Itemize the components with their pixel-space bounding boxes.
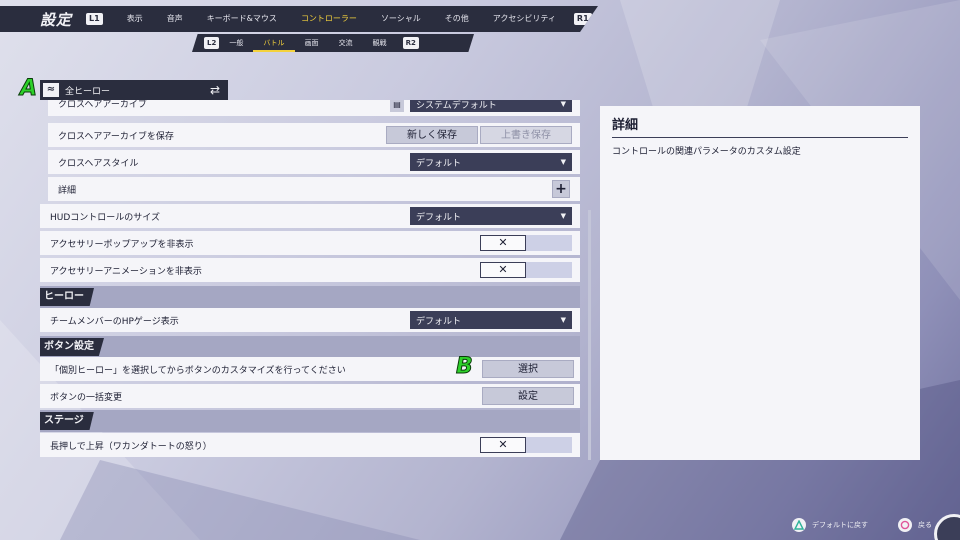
hero-section-header: ヒーロー <box>40 286 580 308</box>
hero-section-title: ヒーロー <box>40 288 94 306</box>
configure-button[interactable]: 設定 <box>482 387 574 405</box>
toggle-off-icon: ✕ <box>480 235 526 251</box>
stage-section-header: ステージ <box>40 410 580 432</box>
hud-size-row: HUDコントロールのサイズ デフォルト ▼ <box>40 204 580 228</box>
sub-nav: L2 一般 バトル 画面 交流 観戦 R2 <box>192 34 474 52</box>
tab-controller[interactable]: コントローラー <box>289 6 369 32</box>
accessory-anim-row: アクセサリーアニメーションを非表示 ✕ <box>40 258 580 282</box>
tab-accessibility[interactable]: アクセシビリティ <box>481 6 568 32</box>
corner-ring-icon <box>934 514 960 540</box>
archive-file-icon[interactable]: ▤ <box>390 100 404 112</box>
annotation-marker-b: B <box>456 354 474 380</box>
stage-section-title: ステージ <box>40 412 94 430</box>
subtab-battle[interactable]: バトル <box>253 34 295 52</box>
subtab-screen[interactable]: 画面 <box>295 34 329 52</box>
toggle-on-slot <box>526 262 572 278</box>
bulk-change-row: ボタンの一括変更 設定 <box>40 384 580 408</box>
detail-panel: 詳細 コントロールの関連パラメータのカスタム設定 <box>600 106 920 460</box>
crosshair-style-value: デフォルト <box>416 158 462 169</box>
detail-title: 詳細 <box>612 114 908 138</box>
tab-audio[interactable]: 音声 <box>155 6 195 32</box>
toggle-on-slot <box>526 235 572 251</box>
tab-keyboard-mouse[interactable]: キーボード&マウス <box>195 6 289 32</box>
r2-button-hint[interactable]: R2 <box>402 37 419 49</box>
crosshair-archive-row: クロスヘアアーカイブ ▤ システムデフォルト ▼ <box>48 100 580 116</box>
details-row: 詳細 + <box>48 177 580 201</box>
hold-rise-row: 長押しで上昇（ワカンダトートの怒り） ✕ <box>40 433 580 457</box>
hero-emblem-icon: ≈ <box>43 83 59 97</box>
hud-size-dropdown[interactable]: デフォルト ▼ <box>410 207 572 225</box>
subtab-interaction[interactable]: 交流 <box>329 34 363 52</box>
swap-icon: ⇄ <box>209 83 220 97</box>
details-label: 詳細 <box>58 185 77 196</box>
chevron-down-icon: ▼ <box>560 158 566 166</box>
accessory-popup-row: アクセサリーポップアップを非表示 ✕ <box>40 231 580 255</box>
tab-social[interactable]: ソーシャル <box>369 6 433 32</box>
circle-button-icon <box>898 518 912 532</box>
subtab-general[interactable]: 一般 <box>219 34 253 52</box>
hold-rise-toggle[interactable]: ✕ <box>480 437 572 453</box>
l1-button-hint[interactable]: L1 <box>86 13 103 25</box>
back-hint-label: 戻る <box>918 521 932 529</box>
crosshair-style-row: クロスヘアスタイル デフォルト ▼ <box>48 150 580 174</box>
toggle-on-slot <box>526 437 572 453</box>
overwrite-save-button[interactable]: 上書き保存 <box>480 126 572 144</box>
plus-icon[interactable]: + <box>552 180 570 198</box>
settings-panel: クロスヘアアーカイブ ▤ システムデフォルト ▼ クロスヘアアーカイブを保存 新… <box>40 100 580 460</box>
select-button[interactable]: 選択 <box>482 360 574 378</box>
l2-button-hint[interactable]: L2 <box>204 37 220 49</box>
accessory-popup-toggle[interactable]: ✕ <box>480 235 572 251</box>
chevron-down-icon: ▼ <box>560 316 566 324</box>
hero-selector-value: 全ヒーロー <box>65 86 111 97</box>
hero-selector[interactable]: ≈ 全ヒーロー ⇄ <box>40 80 228 100</box>
tab-display[interactable]: 表示 <box>115 6 155 32</box>
chevron-down-icon: ▼ <box>560 212 566 220</box>
subtab-spectate[interactable]: 観戦 <box>363 34 397 52</box>
per-hero-row: 「個別ヒーロー」を選択してからボタンのカスタマイズを行ってください 選択 <box>40 357 580 381</box>
tab-other[interactable]: その他 <box>433 6 481 32</box>
save-archive-row: クロスヘアアーカイブを保存 新しく保存 上書き保存 <box>48 123 580 147</box>
r1-button-hint[interactable]: R1 <box>573 13 592 25</box>
triangle-button-icon <box>792 518 806 532</box>
team-hp-value: デフォルト <box>416 316 462 327</box>
annotation-marker-a: A <box>19 76 38 102</box>
page-title: 設定 <box>40 10 73 29</box>
default-hint[interactable]: デフォルトに戻す <box>792 518 868 532</box>
button-section-header: ボタン設定 <box>40 336 580 358</box>
hud-size-value: デフォルト <box>416 212 462 223</box>
default-hint-label: デフォルトに戻す <box>812 521 868 529</box>
detail-description: コントロールの関連パラメータのカスタム設定 <box>612 147 801 157</box>
crosshair-archive-dropdown[interactable]: システムデフォルト ▼ <box>410 100 572 112</box>
toggle-off-icon: ✕ <box>480 262 526 278</box>
crosshair-style-dropdown[interactable]: デフォルト ▼ <box>410 153 572 171</box>
chevron-down-icon: ▼ <box>560 100 566 108</box>
team-hp-row: チームメンバーのHPゲージ表示 デフォルト ▼ <box>40 308 580 332</box>
team-hp-dropdown[interactable]: デフォルト ▼ <box>410 311 572 329</box>
accessory-anim-toggle[interactable]: ✕ <box>480 262 572 278</box>
back-hint[interactable]: 戻る <box>898 518 932 532</box>
toggle-off-icon: ✕ <box>480 437 526 453</box>
crosshair-archive-value: システムデフォルト <box>416 100 497 111</box>
scrollbar[interactable] <box>588 210 591 460</box>
top-nav: 設定 L1 表示 音声 キーボード&マウス コントローラー ソーシャル その他 … <box>0 6 598 32</box>
button-section-title: ボタン設定 <box>40 338 104 356</box>
new-save-button[interactable]: 新しく保存 <box>386 126 478 144</box>
